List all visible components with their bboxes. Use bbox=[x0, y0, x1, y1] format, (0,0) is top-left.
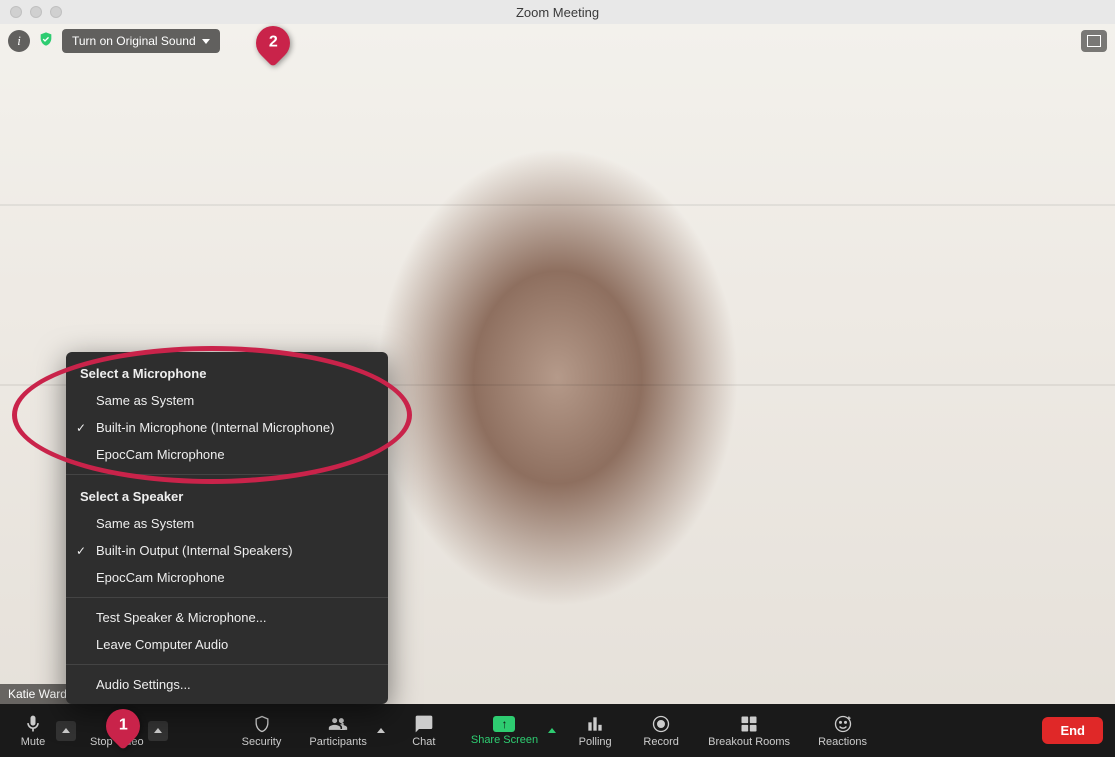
menu-separator bbox=[66, 664, 388, 665]
share-screen-label: Share Screen bbox=[471, 734, 538, 746]
close-window-icon[interactable] bbox=[10, 6, 22, 18]
speaker-option-same-as-system[interactable]: Same as System bbox=[66, 510, 388, 537]
menu-separator bbox=[66, 597, 388, 598]
microphone-icon bbox=[22, 714, 44, 734]
minimize-window-icon[interactable] bbox=[30, 6, 42, 18]
bar-chart-icon bbox=[584, 714, 606, 734]
check-icon: ✓ bbox=[76, 544, 86, 558]
speaker-section-header: Select a Speaker bbox=[66, 481, 388, 510]
window-titlebar: Zoom Meeting bbox=[0, 0, 1115, 24]
top-overlay-bar: i Turn on Original Sound bbox=[0, 24, 1115, 58]
participants-button[interactable]: 1 Participants bbox=[295, 714, 380, 748]
reactions-button[interactable]: Reactions bbox=[804, 714, 881, 748]
menu-separator bbox=[66, 474, 388, 475]
chevron-down-icon bbox=[202, 39, 210, 44]
polling-button[interactable]: Polling bbox=[562, 714, 628, 748]
mic-option-epoccam[interactable]: EpocCam Microphone bbox=[66, 441, 388, 468]
mute-label: Mute bbox=[21, 736, 45, 748]
maximize-window-icon[interactable] bbox=[50, 6, 62, 18]
share-screen-icon: ↑ bbox=[493, 716, 515, 732]
meeting-info-button[interactable]: i bbox=[8, 30, 30, 52]
shield-icon bbox=[251, 714, 273, 734]
record-label: Record bbox=[643, 736, 678, 748]
breakout-label: Breakout Rooms bbox=[708, 736, 790, 748]
check-icon: ✓ bbox=[76, 421, 86, 435]
mic-option-same-as-system[interactable]: Same as System bbox=[66, 387, 388, 414]
participants-icon bbox=[327, 714, 349, 734]
original-sound-toggle[interactable]: Turn on Original Sound bbox=[62, 29, 220, 53]
test-speaker-mic-item[interactable]: Test Speaker & Microphone... bbox=[66, 604, 388, 631]
reactions-label: Reactions bbox=[818, 736, 867, 748]
fullscreen-icon bbox=[1087, 35, 1101, 47]
fullscreen-button[interactable] bbox=[1081, 30, 1107, 52]
smile-icon bbox=[832, 714, 854, 734]
chat-button[interactable]: Chat bbox=[391, 714, 457, 748]
end-label: End bbox=[1060, 723, 1085, 738]
participants-label: Participants bbox=[309, 736, 366, 748]
chat-bubble-icon bbox=[413, 714, 435, 734]
leave-computer-audio-item[interactable]: Leave Computer Audio bbox=[66, 631, 388, 658]
chat-label: Chat bbox=[412, 736, 435, 748]
record-icon bbox=[650, 714, 672, 734]
security-button[interactable]: Security bbox=[228, 714, 296, 748]
original-sound-label: Turn on Original Sound bbox=[72, 34, 196, 48]
mute-button[interactable]: Mute bbox=[0, 704, 66, 757]
grid-icon bbox=[738, 714, 760, 734]
record-button[interactable]: Record bbox=[628, 714, 694, 748]
meeting-toolbar: Mute Stop Video Security 1 Participants … bbox=[0, 704, 1115, 757]
audio-settings-item[interactable]: Audio Settings... bbox=[66, 671, 388, 698]
participants-count: 1 bbox=[340, 722, 346, 733]
speaker-option-builtin[interactable]: ✓Built-in Output (Internal Speakers) bbox=[66, 537, 388, 564]
mic-option-builtin[interactable]: ✓Built-in Microphone (Internal Microphon… bbox=[66, 414, 388, 441]
security-label: Security bbox=[242, 736, 282, 748]
audio-options-menu: Select a Microphone Same as System ✓Buil… bbox=[66, 352, 388, 704]
share-screen-button[interactable]: ↑ Share Screen bbox=[457, 716, 552, 746]
breakout-rooms-button[interactable]: Breakout Rooms bbox=[694, 714, 804, 748]
encryption-shield-icon[interactable] bbox=[38, 31, 54, 52]
end-meeting-button[interactable]: End bbox=[1042, 717, 1103, 744]
speaker-option-epoccam[interactable]: EpocCam Microphone bbox=[66, 564, 388, 591]
polling-label: Polling bbox=[579, 736, 612, 748]
window-title: Zoom Meeting bbox=[516, 5, 599, 20]
mic-section-header: Select a Microphone bbox=[66, 358, 388, 387]
traffic-lights bbox=[0, 6, 62, 18]
